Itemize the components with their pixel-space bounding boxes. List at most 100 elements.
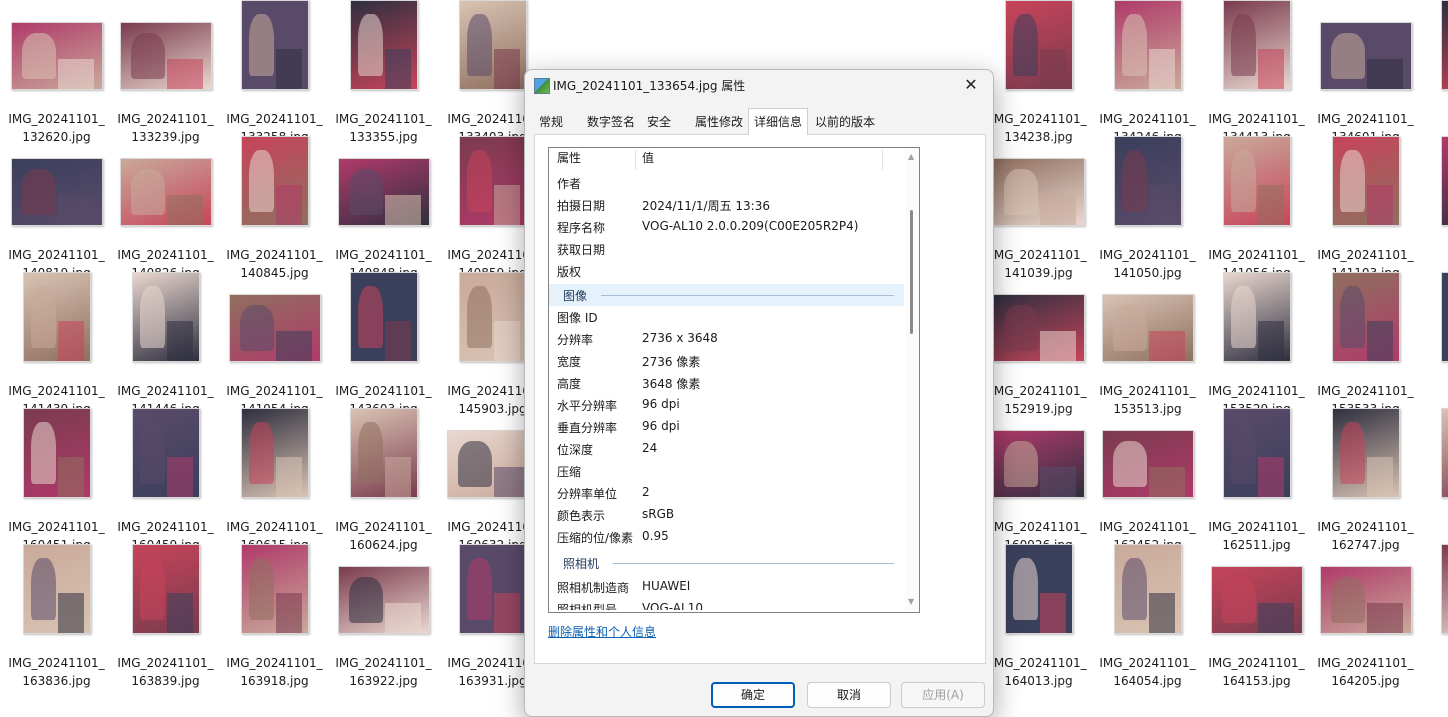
file-thumbnail <box>1101 430 1194 498</box>
vertical-scrollbar[interactable]: ▲ ▼ <box>905 148 919 610</box>
property-row[interactable]: 照相机型号 VOG-AL10 <box>549 598 904 610</box>
property-row[interactable]: 图像 ID <box>549 306 904 328</box>
thumbnail-detail <box>249 422 275 484</box>
column-divider[interactable] <box>882 150 883 170</box>
file-thumbnail <box>992 158 1085 226</box>
thumbnail-detail <box>1257 321 1285 361</box>
thumbnail-detail <box>240 304 275 352</box>
thumbnail-detail <box>1148 185 1176 225</box>
column-header-property[interactable]: 属性 <box>557 148 581 170</box>
file-thumbnail <box>458 136 527 226</box>
property-row[interactable]: 位深度 24 <box>549 438 904 460</box>
thumbnail-detail <box>1331 576 1366 624</box>
file-thumbnail <box>1222 272 1291 362</box>
property-row[interactable]: 压缩 <box>549 460 904 482</box>
thumbnail-detail <box>140 286 166 348</box>
tab-general[interactable]: 常规 <box>534 111 568 133</box>
file-name: IMG_20241101_ 163839.jpg <box>117 656 214 688</box>
property-name: 位深度 <box>557 443 594 457</box>
file-thumbnail <box>240 136 309 226</box>
property-row[interactable]: 垂直分辨率 96 dpi <box>549 416 904 438</box>
file-thumbnail <box>119 22 212 90</box>
property-row[interactable]: 高度 3648 像素 <box>549 372 904 394</box>
scroll-down-icon[interactable]: ▼ <box>908 597 914 606</box>
property-row[interactable]: 获取日期 <box>549 238 904 260</box>
file-name: IMG_20241101_ 163918.jpg <box>226 656 323 688</box>
file-name: IMG_20241101_ 141039.jpg <box>990 248 1087 280</box>
file-thumbnail <box>1113 0 1182 90</box>
properties-dialog: IMG_20241101_133654.jpg 属性 ✕ 常规 数字签名 安全 … <box>524 69 994 717</box>
tab-details[interactable]: 详细信息 <box>748 108 809 135</box>
thumbnail-detail <box>1222 576 1257 624</box>
property-row[interactable]: 水平分辨率 96 dpi <box>549 394 904 416</box>
thumbnail-detail <box>167 59 204 89</box>
property-row[interactable]: 分辨率 2736 x 3648 <box>549 328 904 350</box>
column-divider[interactable] <box>635 150 636 170</box>
property-name: 照相机制造商 <box>557 581 630 595</box>
scroll-up-icon[interactable]: ▲ <box>908 152 914 161</box>
property-row[interactable]: 照相机制造商 HUAWEI <box>549 576 904 598</box>
property-row[interactable]: 压缩的位/像素 0.95 <box>549 526 904 548</box>
tab-digital-signature[interactable]: 数字签名 <box>582 111 640 133</box>
section-camera[interactable]: 照相机 <box>549 552 904 574</box>
close-button[interactable]: ✕ <box>951 70 991 100</box>
property-value: VOG-AL10 <box>642 601 703 610</box>
thumbnail-detail <box>1231 14 1257 76</box>
thumbnail-detail <box>1340 422 1366 484</box>
file-name: IMG 1 <box>1420 654 1448 690</box>
scroll-thumb[interactable] <box>910 210 913 334</box>
property-row[interactable]: 作者 <box>549 172 904 194</box>
thumbnail-detail <box>384 321 412 361</box>
property-row[interactable]: 拍摄日期 2024/11/1/周五 13:36 <box>549 194 904 216</box>
file-name: IMG_20241101_ 164205.jpg <box>1317 656 1414 688</box>
file-thumbnail <box>1440 136 1448 226</box>
file-thumbnail <box>1319 566 1412 634</box>
thumbnail-detail <box>275 593 303 633</box>
column-header-value[interactable]: 值 <box>642 148 654 170</box>
section-image[interactable]: 图像 <box>549 284 904 306</box>
thumbnail-detail <box>1004 304 1039 352</box>
thumbnail-detail <box>349 576 384 624</box>
remove-properties-link[interactable]: 删除属性和个人信息 <box>548 623 656 640</box>
file-thumbnail <box>992 294 1085 362</box>
thumbnail-detail <box>1013 558 1039 620</box>
property-row[interactable]: 宽度 2736 像素 <box>549 350 904 372</box>
file-name: IMG_20241101_ 160624.jpg <box>335 520 432 552</box>
property-row[interactable]: 版权 <box>549 260 904 282</box>
file-name: IMG_20241101_ 134238.jpg <box>990 112 1087 144</box>
file-thumbnail <box>337 158 430 226</box>
apply-button[interactable]: 应用(A) <box>901 682 985 708</box>
file-thumbnail <box>337 566 430 634</box>
tab-property-edit[interactable]: 属性修改 <box>690 111 748 133</box>
tab-security[interactable]: 安全 <box>642 111 676 133</box>
property-name: 获取日期 <box>557 243 606 257</box>
cancel-button[interactable]: 取消 <box>807 682 891 708</box>
thumbnail-detail <box>57 593 85 633</box>
property-value: sRGB <box>642 507 675 521</box>
thumbnail-detail <box>166 457 194 497</box>
ok-button[interactable]: 确定 <box>711 682 795 708</box>
thumbnail-detail <box>249 150 275 212</box>
property-value: 96 dpi <box>642 397 680 411</box>
thumbnail-detail <box>358 286 384 348</box>
file-name: IMG_20241101_ 163836.jpg <box>8 656 105 688</box>
file-thumbnail <box>10 22 103 90</box>
section-divider <box>601 295 894 296</box>
file-thumbnail <box>1004 0 1073 90</box>
thumbnail-detail <box>1040 195 1077 225</box>
property-name: 拍摄日期 <box>557 199 606 213</box>
tab-previous-versions[interactable]: 以前的版本 <box>810 111 880 133</box>
file-thumbnail <box>1004 544 1073 634</box>
property-row[interactable]: 程序名称 VOG-AL10 2.0.0.209(C00E205R2P4) <box>549 216 904 238</box>
property-row[interactable]: 分辨率单位 2 <box>549 482 904 504</box>
section-camera-label: 照相机 <box>563 557 600 571</box>
file-thumbnail <box>1113 544 1182 634</box>
property-row[interactable]: 颜色表示 sRGB <box>549 504 904 526</box>
file-name: IMG_20241101_ 164153.jpg <box>1208 656 1305 688</box>
thumbnail-detail <box>467 286 493 348</box>
file-name: IMG_20241101_ 162511.jpg <box>1208 520 1305 552</box>
property-list[interactable]: 属性 值 作者 拍摄日期 2024/11/1/周五 13:36 程序名称 VOG-AL1… <box>548 147 920 613</box>
file-name: IMG_20241101_ 164054.jpg <box>1099 656 1196 688</box>
dialog-titlebar[interactable]: IMG_20241101_133654.jpg 属性 ✕ <box>525 70 993 102</box>
thumbnail-detail <box>22 168 57 216</box>
